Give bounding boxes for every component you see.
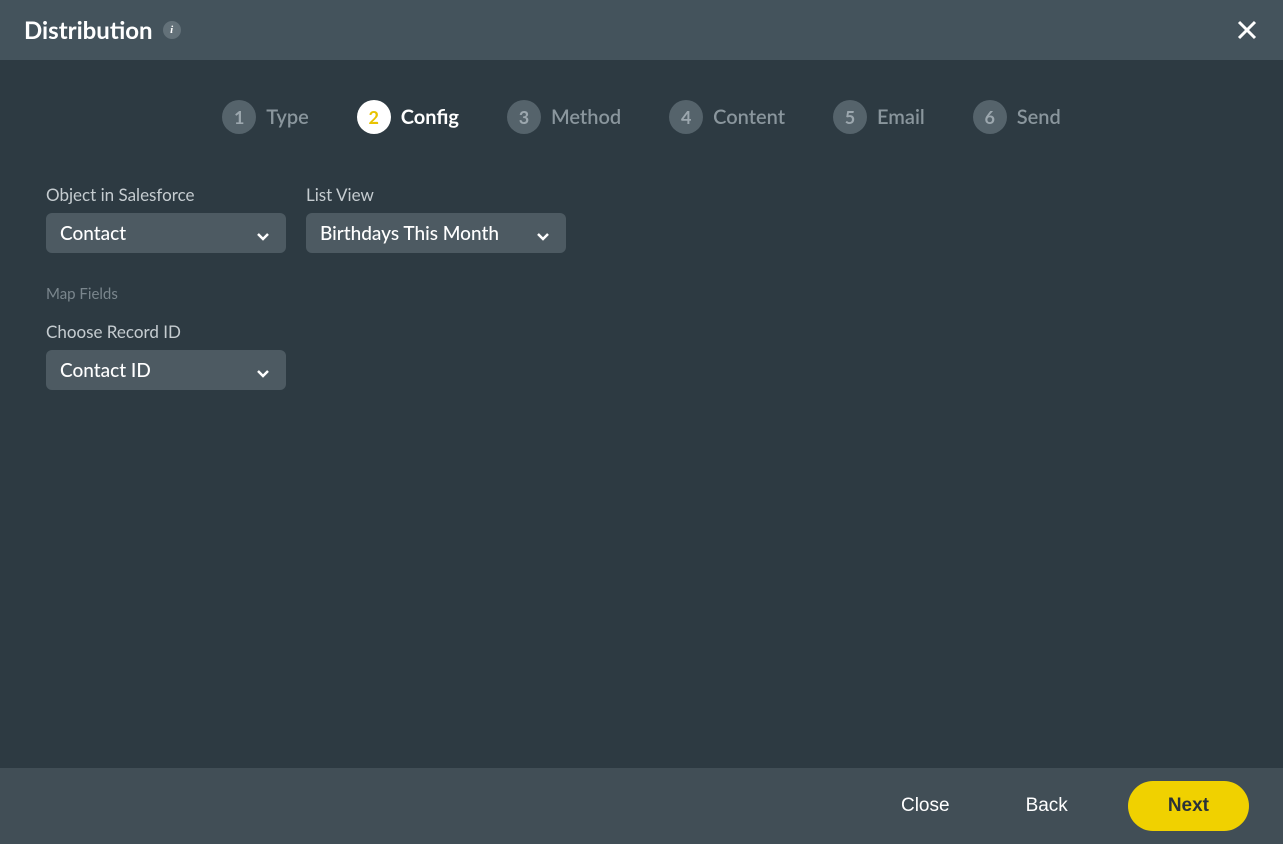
modal-title-wrap: Distribution i: [24, 16, 181, 45]
object-value: Contact: [60, 222, 126, 245]
chevron-down-icon: [256, 364, 270, 376]
modal-footer: Close Back Next: [0, 768, 1283, 844]
info-icon[interactable]: i: [163, 21, 181, 39]
step-email[interactable]: 5 Email: [833, 100, 925, 134]
chevron-down-icon: [256, 227, 270, 239]
chevron-down-icon: [536, 227, 550, 239]
step-config[interactable]: 2 Config: [357, 100, 459, 134]
modal-title: Distribution: [24, 16, 153, 45]
step-method[interactable]: 3 Method: [507, 100, 621, 134]
step-type[interactable]: 1 Type: [222, 100, 309, 134]
step-number: 5: [833, 100, 867, 134]
list-view-value: Birthdays This Month: [320, 222, 499, 245]
step-send[interactable]: 6 Send: [973, 100, 1061, 134]
step-label: Method: [551, 105, 621, 129]
record-id-group: Choose Record ID Contact ID: [46, 321, 1237, 390]
back-button[interactable]: Back: [1010, 787, 1084, 825]
step-label: Config: [401, 105, 459, 129]
step-number: 6: [973, 100, 1007, 134]
form-content: Object in Salesforce Contact List View B…: [0, 184, 1283, 390]
step-label: Type: [266, 105, 309, 129]
step-number: 3: [507, 100, 541, 134]
step-number: 1: [222, 100, 256, 134]
list-view-label: List View: [306, 184, 566, 205]
record-id-value: Contact ID: [60, 359, 151, 382]
step-number: 2: [357, 100, 391, 134]
record-id-select[interactable]: Contact ID: [46, 350, 286, 390]
object-group: Object in Salesforce Contact: [46, 184, 286, 253]
step-label: Email: [877, 105, 925, 129]
step-content[interactable]: 4 Content: [669, 100, 785, 134]
step-label: Content: [713, 105, 785, 129]
object-label: Object in Salesforce: [46, 184, 286, 205]
list-view-select[interactable]: Birthdays This Month: [306, 213, 566, 253]
close-icon-button[interactable]: [1231, 14, 1263, 46]
close-button[interactable]: Close: [885, 787, 966, 825]
list-view-group: List View Birthdays This Month: [306, 184, 566, 253]
object-select[interactable]: Contact: [46, 213, 286, 253]
map-fields-section-label: Map Fields: [46, 285, 1237, 303]
form-row: Object in Salesforce Contact List View B…: [46, 184, 1237, 253]
record-id-label: Choose Record ID: [46, 321, 1237, 342]
close-icon: [1235, 18, 1259, 42]
step-number: 4: [669, 100, 703, 134]
step-label: Send: [1017, 105, 1061, 129]
next-button[interactable]: Next: [1128, 781, 1249, 831]
wizard-stepper: 1 Type 2 Config 3 Method 4 Content 5 Ema…: [0, 60, 1283, 184]
modal-header: Distribution i: [0, 0, 1283, 60]
